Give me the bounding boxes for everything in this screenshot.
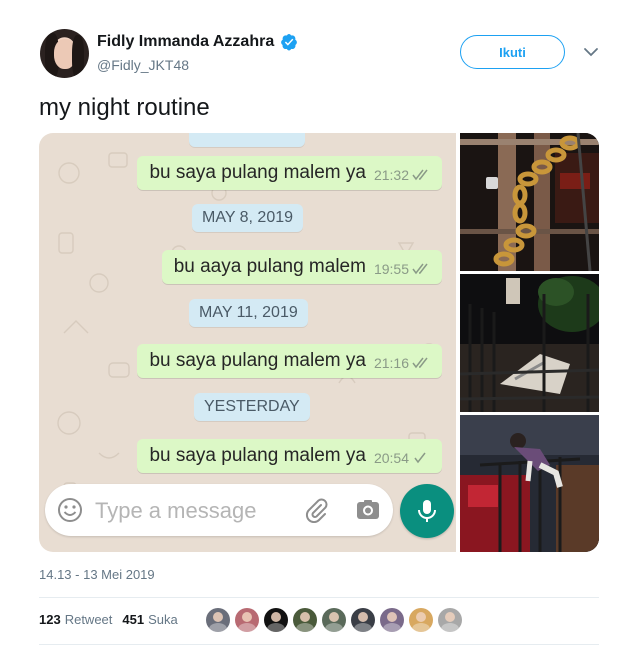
message-input-placeholder: Type a message [95,498,257,523]
single-check-icon [414,452,426,464]
double-check-icon [412,169,428,181]
retweet-count-label: Retweet [64,612,113,627]
photo-fence-at-night[interactable] [460,274,599,412]
date-separator: YESTERDAY [194,393,310,421]
follow-button[interactable]: Ikuti [460,35,565,69]
chat-message-bubble[interactable]: bu aaya pulang malem 19:55 [161,250,442,284]
media-grid[interactable]: bu saya pulang malem ya 21:32 MAY 8, 201… [39,133,599,552]
retweet-count[interactable]: 123 Retweet [39,612,112,627]
paperclip-icon[interactable] [303,497,329,523]
like-count[interactable]: 451 Suka [122,612,177,627]
emoji-icon[interactable] [57,497,83,523]
chat-message-time: 20:54 [373,450,409,466]
avatar[interactable] [40,29,89,78]
photo-chained-gate[interactable] [460,133,599,271]
display-name[interactable]: Fidly Immanda Azzahra [97,33,274,51]
whatsapp-screenshot[interactable]: bu saya pulang malem ya 21:32 MAY 8, 201… [39,133,456,552]
date-separator: MAY 11, 2019 [189,299,308,327]
chat-message-bubble[interactable]: bu saya pulang malem ya 20:54 [137,439,442,473]
camera-icon[interactable] [355,497,381,523]
double-check-icon [412,357,428,369]
like-count-label: Suka [148,612,178,627]
chat-message-time: 21:32 [373,167,409,183]
tweet-text: my night routine [39,94,210,121]
chat-message-time: 19:55 [373,261,409,277]
chat-message-bubble[interactable]: bu saya pulang malem ya 21:32 [137,156,442,190]
liker-avatar[interactable] [322,608,346,632]
date-separator [189,133,305,147]
author-name-row: Fidly Immanda Azzahra [97,33,298,51]
microphone-icon [418,500,436,522]
liker-avatar[interactable] [293,608,317,632]
handle[interactable]: @Fidly_JKT48 [97,57,189,73]
chat-message-time: 21:16 [373,355,409,371]
double-check-icon [412,263,428,275]
chat-message-text: bu saya pulang malem ya [149,445,366,466]
date-separator: MAY 8, 2019 [192,204,304,232]
liker-avatar[interactable] [380,608,404,632]
engagement-stats: 123 Retweet 451 Suka [39,612,188,627]
message-input[interactable]: Type a message [45,484,393,536]
like-count-value: 451 [122,612,145,627]
chevron-down-icon[interactable] [583,46,599,58]
chat-message-text: bu saya pulang malem ya [149,350,366,371]
chat-message-text: bu aaya pulang malem [173,256,366,277]
photo-climbing-gate[interactable] [460,415,599,552]
verified-badge-icon [281,33,298,51]
chat-message-bubble[interactable]: bu saya pulang malem ya 21:16 [137,344,442,378]
liker-avatars [206,608,462,632]
liker-avatar[interactable] [235,608,259,632]
liker-avatar[interactable] [264,608,288,632]
chat-message-text: bu saya pulang malem ya [149,162,366,183]
tweet-card: Fidly Immanda Azzahra @Fidly_JKT48 Ikuti… [0,0,638,651]
liker-avatar[interactable] [206,608,230,632]
divider [39,644,599,645]
liker-avatar[interactable] [438,608,462,632]
tweet-timestamp[interactable]: 14.13 - 13 Mei 2019 [39,567,155,582]
microphone-button[interactable] [400,484,454,538]
retweet-count-value: 123 [39,612,61,627]
liker-avatar[interactable] [351,608,375,632]
divider [39,597,599,598]
liker-avatar[interactable] [409,608,433,632]
